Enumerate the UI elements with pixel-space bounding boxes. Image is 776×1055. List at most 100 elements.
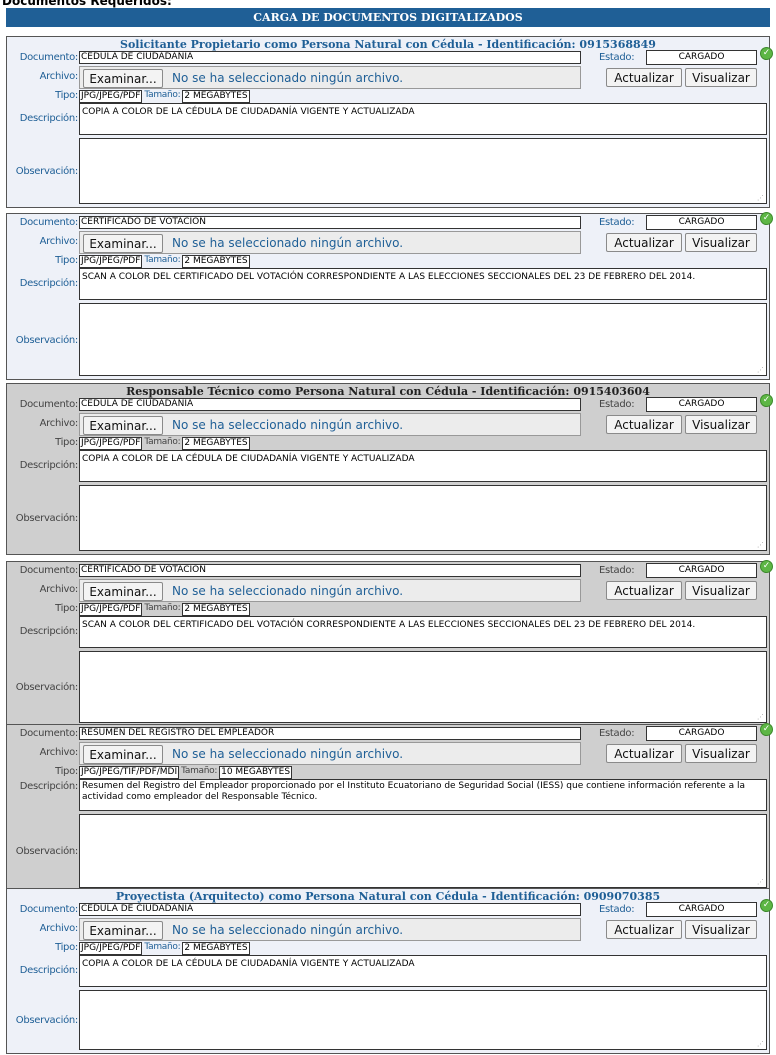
tipo-label: Tipo:: [55, 90, 78, 101]
tamano-field: 2 MEGABYTES: [182, 255, 250, 268]
document-panel-3: Responsable Técnico como Persona Natural…: [6, 383, 773, 555]
check-icon: ✓: [760, 47, 773, 60]
observacion-label: Observación:: [15, 166, 79, 177]
update-button[interactable]: Actualizar: [606, 920, 682, 939]
observacion-field[interactable]: ⋰: [79, 138, 767, 204]
view-button[interactable]: Visualizar: [685, 581, 757, 600]
observacion-label: Observación:: [15, 1015, 79, 1026]
resize-grip-icon[interactable]: ⋰: [757, 195, 764, 202]
tipo-row: JPG/JPEG/PDF Tamaño: 2 MEGABYTES: [79, 255, 250, 268]
tipo-row: JPG/JPEG/PDF Tamaño: 2 MEGABYTES: [79, 437, 250, 450]
observacion-label: Observación:: [15, 513, 79, 524]
estado-label: Estado:: [599, 399, 635, 410]
archivo-label: Archivo:: [39, 584, 79, 595]
update-button[interactable]: Actualizar: [606, 233, 682, 252]
view-button[interactable]: Visualizar: [685, 68, 757, 87]
descripcion-field: SCAN A COLOR DEL CERTIFICADO DEL VOTACIÓ…: [79, 268, 767, 300]
section-label: Documentos Requeridos:: [2, 0, 172, 8]
tamano-field: 10 MEGABYTES: [219, 766, 293, 779]
resize-grip-icon[interactable]: ⋰: [757, 367, 764, 374]
tipo-label: Tipo:: [55, 942, 78, 953]
documento-field: CERTIFICADO DE VOTACIÓN: [79, 216, 581, 229]
resize-grip-icon[interactable]: ⋰: [757, 1041, 764, 1048]
no-file-text: No se ha seleccionado ningún archivo.: [172, 236, 404, 250]
tamano-field: 2 MEGABYTES: [182, 90, 250, 103]
archivo-label: Archivo:: [39, 747, 79, 758]
document-panel-4: Documento: CERTIFICADO DE VOTACIÓN Estad…: [6, 560, 773, 727]
browse-button[interactable]: Examinar...: [83, 582, 163, 601]
estado-label: Estado:: [599, 217, 635, 228]
check-icon: ✓: [760, 212, 773, 225]
tipo-field: JPG/JPEG/PDF: [79, 942, 143, 955]
observacion-field[interactable]: ⋰: [79, 814, 767, 888]
descripcion-label: Descripción:: [19, 965, 79, 976]
update-button[interactable]: Actualizar: [606, 744, 682, 763]
update-button[interactable]: Actualizar: [606, 68, 682, 87]
estado-field: CARGADO: [646, 563, 757, 578]
document-panel-5: Documento: RESUMEN DEL REGISTRO DEL EMPL…: [6, 723, 773, 892]
tamano-field: 2 MEGABYTES: [182, 942, 250, 955]
browse-button[interactable]: Examinar...: [83, 69, 163, 88]
browse-button[interactable]: Examinar...: [83, 745, 163, 764]
no-file-text: No se ha seleccionado ningún archivo.: [172, 584, 404, 598]
update-button[interactable]: Actualizar: [606, 581, 682, 600]
update-button[interactable]: Actualizar: [606, 415, 682, 434]
estado-label: Estado:: [599, 728, 635, 739]
check-icon: ✓: [760, 394, 773, 407]
tipo-field: JPG/JPEG/PDF: [79, 437, 143, 450]
documento-field: CERTIFICADO DE VOTACIÓN: [79, 564, 581, 577]
archivo-label: Archivo:: [39, 418, 79, 429]
view-button[interactable]: Visualizar: [685, 920, 757, 939]
resize-grip-icon[interactable]: ⋰: [757, 714, 764, 721]
file-picker[interactable]: Examinar... No se ha seleccionado ningún…: [79, 413, 581, 436]
descripcion-label: Descripción:: [19, 113, 79, 124]
resize-grip-icon[interactable]: ⋰: [757, 879, 764, 886]
documento-field: CÉDULA DE CIUDADANÍA: [79, 51, 581, 64]
view-button[interactable]: Visualizar: [685, 233, 757, 252]
descripcion-label: Descripción:: [19, 781, 79, 792]
descripcion-label: Descripción:: [19, 460, 79, 471]
observacion-label: Observación:: [15, 335, 79, 346]
observacion-field[interactable]: ⋰: [79, 303, 767, 376]
estado-field: CARGADO: [646, 50, 757, 65]
tipo-field: JPG/JPEG/TIF/PDF/MDI: [79, 766, 180, 779]
check-icon: ✓: [760, 560, 773, 573]
browse-button[interactable]: Examinar...: [83, 921, 163, 940]
estado-field: CARGADO: [646, 902, 757, 917]
estado-field: CARGADO: [646, 215, 757, 230]
check-icon: ✓: [760, 723, 773, 736]
tipo-label: Tipo:: [55, 603, 78, 614]
view-button[interactable]: Visualizar: [685, 744, 757, 763]
tamano-label: Tamaño:: [181, 766, 218, 776]
file-picker[interactable]: Examinar... No se ha seleccionado ningún…: [79, 742, 581, 765]
descripcion-field: SCAN A COLOR DEL CERTIFICADO DEL VOTACIÓ…: [79, 616, 767, 648]
no-file-text: No se ha seleccionado ningún archivo.: [172, 71, 404, 85]
view-button[interactable]: Visualizar: [685, 415, 757, 434]
tamano-field: 2 MEGABYTES: [182, 437, 250, 450]
file-picker[interactable]: Examinar... No se ha seleccionado ningún…: [79, 918, 581, 941]
observacion-field[interactable]: ⋰: [79, 990, 767, 1050]
archivo-label: Archivo:: [39, 923, 79, 934]
tipo-row: JPG/JPEG/PDF Tamaño: 2 MEGABYTES: [79, 942, 250, 955]
document-panel-2: Documento: CERTIFICADO DE VOTACIÓN Estad…: [6, 212, 773, 380]
observacion-field[interactable]: ⋰: [79, 485, 767, 551]
observacion-label: Observación:: [15, 682, 79, 693]
file-picker[interactable]: Examinar... No se ha seleccionado ningún…: [79, 66, 581, 89]
resize-grip-icon[interactable]: ⋰: [757, 542, 764, 549]
estado-label: Estado:: [599, 52, 635, 63]
browse-button[interactable]: Examinar...: [83, 416, 163, 435]
browse-button[interactable]: Examinar...: [83, 234, 163, 253]
tamano-field: 2 MEGABYTES: [182, 603, 250, 616]
descripcion-label: Descripción:: [19, 626, 79, 637]
estado-label: Estado:: [599, 565, 635, 576]
estado-field: CARGADO: [646, 397, 757, 412]
observacion-label: Observación:: [15, 846, 79, 857]
tipo-field: JPG/JPEG/PDF: [79, 255, 143, 268]
tamano-label: Tamaño:: [144, 255, 181, 265]
document-panel-6: Proyectista (Arquitecto) como Persona Na…: [6, 888, 773, 1054]
observacion-field[interactable]: ⋰: [79, 651, 767, 723]
file-picker[interactable]: Examinar... No se ha seleccionado ningún…: [79, 231, 581, 254]
documento-label: Documento:: [19, 217, 79, 228]
no-file-text: No se ha seleccionado ningún archivo.: [172, 418, 404, 432]
file-picker[interactable]: Examinar... No se ha seleccionado ningún…: [79, 579, 581, 602]
